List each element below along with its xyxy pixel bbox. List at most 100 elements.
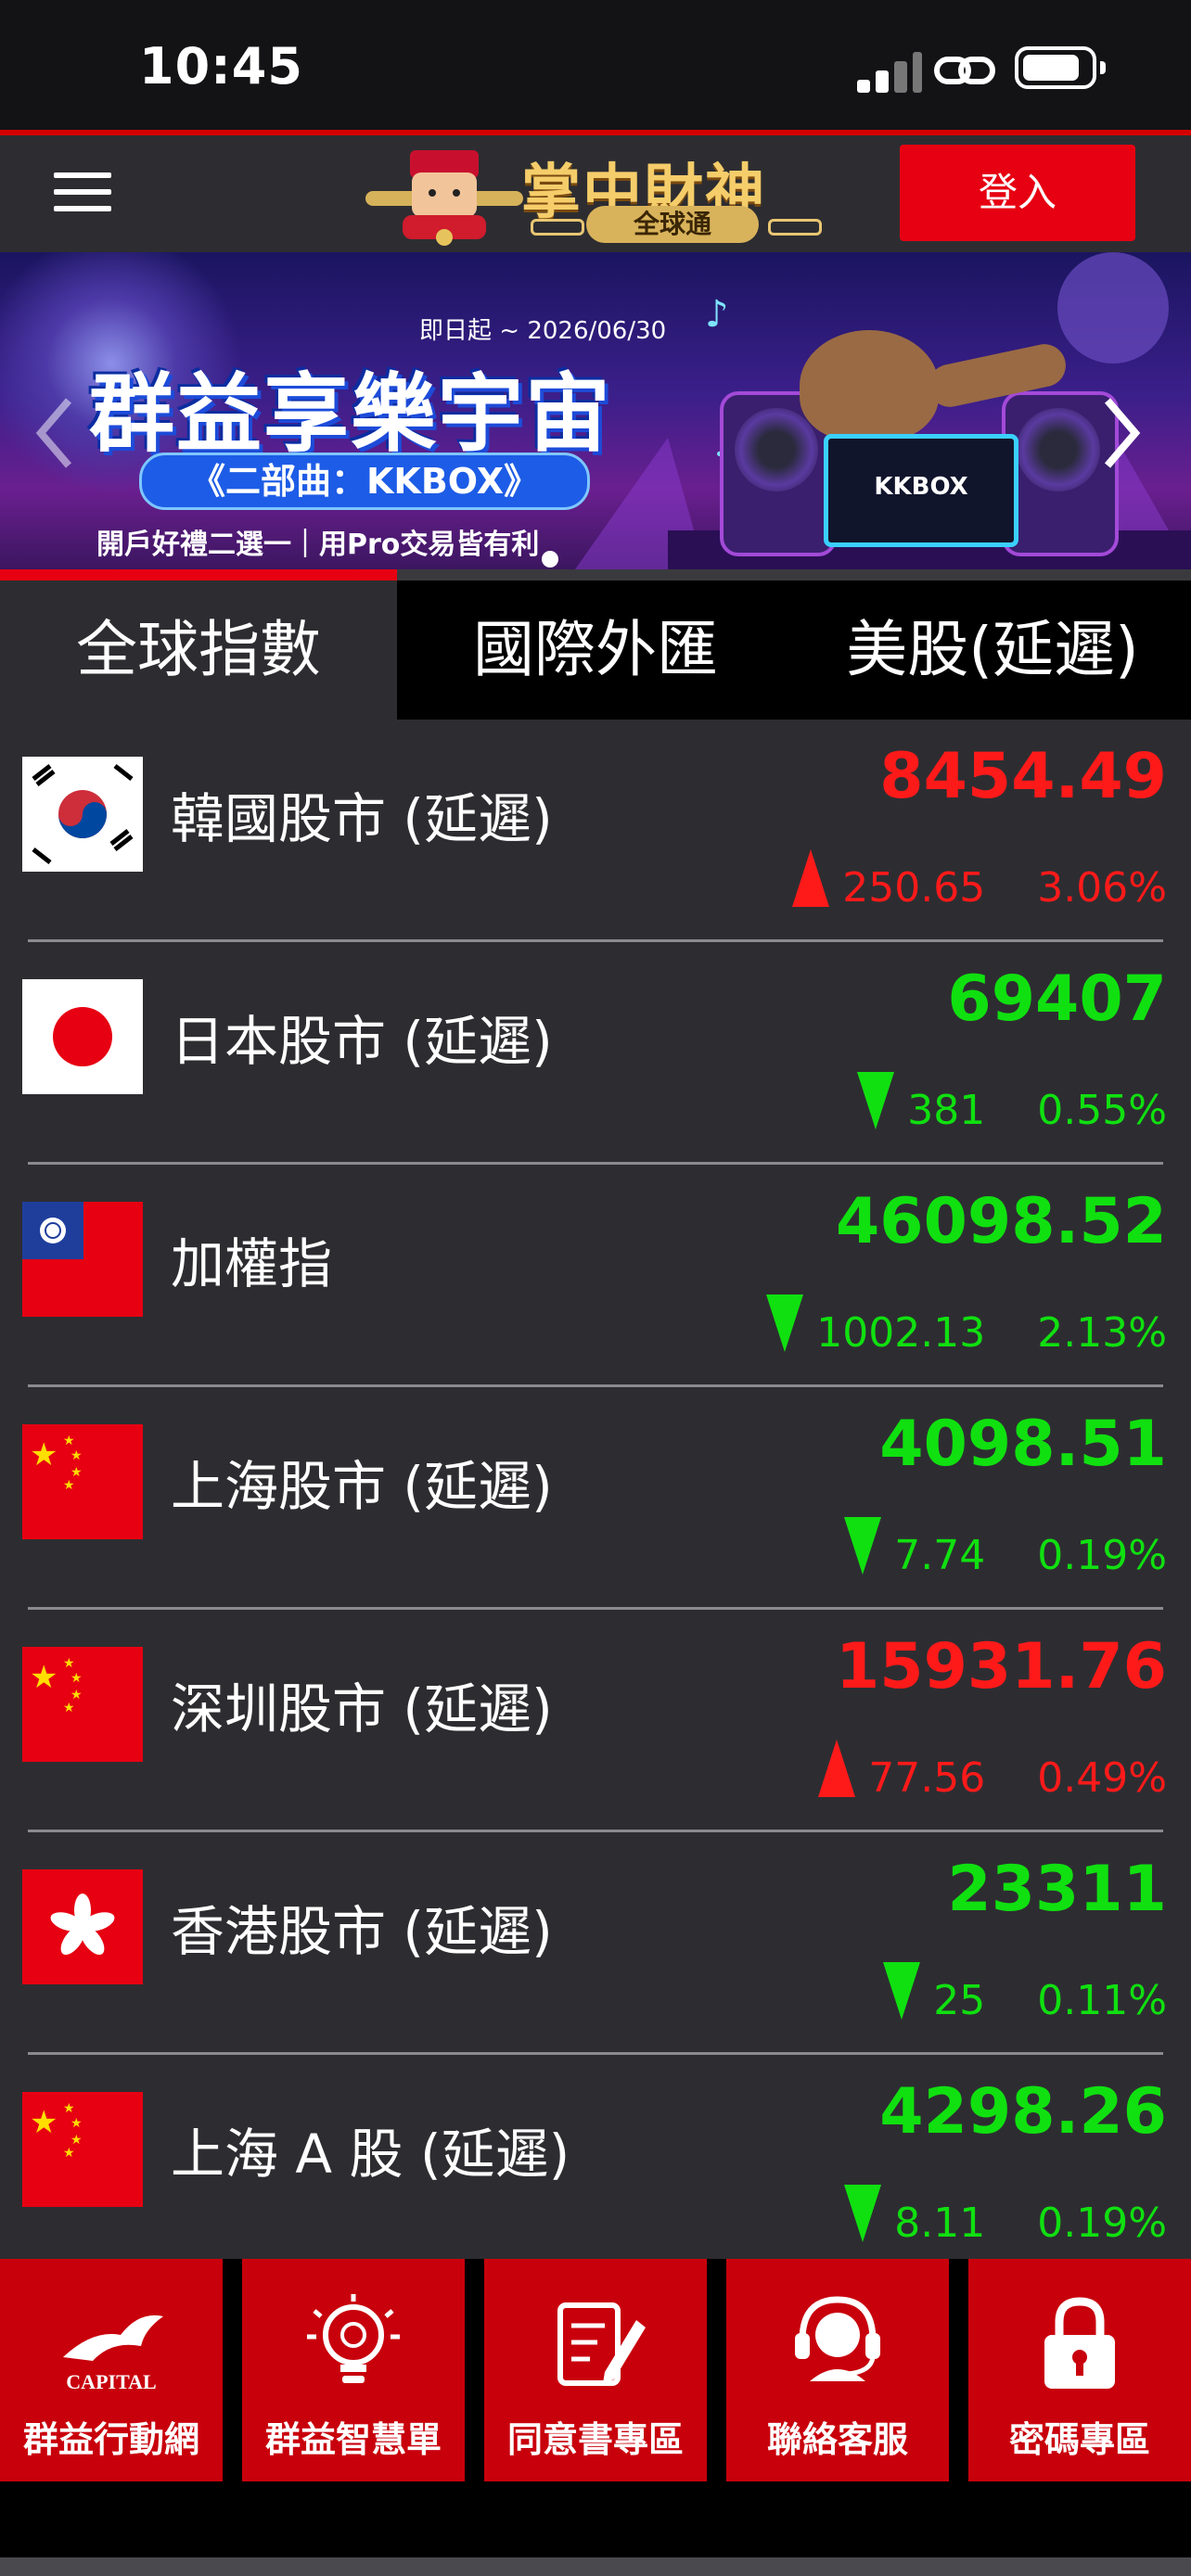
index-percent: 3.06%	[1037, 864, 1167, 912]
svg-text:★: ★	[30, 1659, 58, 1696]
down-triangle-icon	[857, 1072, 895, 1129]
index-change: 250.65	[842, 864, 986, 912]
market-tabs: 全球指數 國際外匯 美股(延遲)	[0, 580, 1191, 720]
index-percent: 0.55%	[1037, 1087, 1167, 1134]
index-change: 8.11	[894, 2200, 986, 2247]
down-triangle-icon	[766, 1294, 804, 1352]
personal-hotspot-icon	[934, 57, 995, 84]
index-change: 381	[907, 1087, 986, 1134]
index-change-line: 381 0.55%	[857, 1072, 1167, 1134]
home-indicator-area	[0, 2481, 1191, 2576]
index-name: 日本股市 (延遲)	[171, 1010, 553, 1073]
down-triangle-icon	[844, 1517, 882, 1575]
logo-subtitle: 全球通	[586, 206, 759, 243]
svg-text:★: ★	[63, 2146, 75, 2161]
index-price: 4098.51	[879, 1408, 1167, 1481]
svg-text:★: ★	[63, 1656, 75, 1671]
index-change-line: 77.56 0.49%	[818, 1740, 1167, 1802]
nav-label: 聯絡客服	[766, 2419, 908, 2460]
index-percent: 0.19%	[1037, 2200, 1167, 2247]
app-header: 掌中財神 全球通 登入	[0, 135, 1191, 252]
index-change-line: 8.11 0.19%	[844, 2185, 1167, 2247]
china-flag-icon: ★ ★★★★	[22, 2092, 143, 2207]
index-change: 25	[933, 1977, 986, 2024]
china-flag-icon: ★ ★★★★	[22, 1647, 143, 1762]
index-name: 韓國股市 (延遲)	[171, 787, 553, 850]
tab-us-stocks[interactable]: 美股(延遲)	[794, 580, 1191, 720]
kkbox-screen: KKBOX	[824, 434, 1018, 547]
hongkong-flag-icon	[22, 1869, 143, 1984]
index-percent: 0.49%	[1037, 1754, 1167, 1802]
svg-text:★: ★	[63, 1701, 75, 1715]
promo-footer: 開戶好禮二選一｜用Pro交易皆有利	[96, 529, 540, 561]
index-percent: 0.19%	[1037, 1532, 1167, 1579]
list-item[interactable]: 韓國股市 (延遲) 8454.49 250.65 3.06%	[0, 720, 1191, 942]
nav-consent-forms[interactable]: 同意書專區	[484, 2259, 707, 2481]
login-button[interactable]: 登入	[900, 145, 1135, 241]
app-logo: 掌中財神 全球通	[365, 141, 822, 249]
svg-text:★: ★	[30, 1436, 58, 1473]
lightbulb-icon	[307, 2294, 400, 2383]
status-time: 10:45	[139, 37, 303, 96]
index-percent: 0.11%	[1037, 1977, 1167, 2024]
list-item[interactable]: 加權指 46098.52 1002.13 2.13%	[0, 1165, 1191, 1387]
svg-text:★: ★	[63, 2101, 75, 2116]
japan-flag-icon	[22, 979, 143, 1094]
lock-icon	[1044, 2297, 1115, 2389]
tab-forex[interactable]: 國際外匯	[397, 580, 794, 720]
taiwan-flag-icon	[22, 1202, 143, 1317]
chevron-left-icon[interactable]	[28, 391, 83, 475]
index-name: 上海股市 (延遲)	[171, 1455, 553, 1518]
index-change: 1002.13	[816, 1309, 986, 1357]
index-change: 7.74	[894, 1532, 986, 1579]
nav-smart-order[interactable]: 群益智慧單	[242, 2259, 465, 2481]
nav-capital-web[interactable]: CAPITAL 群益行動網	[0, 2259, 223, 2481]
headset-icon	[795, 2296, 880, 2381]
index-change-line: 250.65 3.06%	[792, 849, 1167, 912]
list-item[interactable]: 日本股市 (延遲) 69407 381 0.55%	[0, 942, 1191, 1165]
index-name: 上海 A 股 (延遲)	[171, 2123, 570, 2186]
chevron-right-icon[interactable]	[1093, 391, 1148, 475]
down-triangle-icon	[883, 1962, 921, 2020]
promo-date: 即日起 ~ 2026/06/30	[419, 317, 667, 345]
cellular-signal-icon	[857, 50, 922, 93]
nav-label: 群益行動網	[22, 2419, 199, 2460]
capital-logo-icon: CAPITAL	[63, 2315, 163, 2393]
list-item[interactable]: ★ ★ ★ ★ ★ 深圳股市 (延遲) 15931.76 77.56 0.49%	[0, 1610, 1191, 1832]
index-price: 69407	[947, 963, 1167, 1036]
list-item[interactable]: 香港股市 (延遲) 23311 25 0.11%	[0, 1832, 1191, 2055]
china-flag-icon: ★ ★★★★	[22, 1424, 143, 1539]
svg-text:CAPITAL: CAPITAL	[66, 2370, 156, 2393]
svg-text:★: ★	[70, 2116, 83, 2131]
list-item[interactable]: ★ ★ ★ ★ ★ 上海 A 股 (延遲) 4298.26 8.11 0.19%	[0, 2055, 1191, 2277]
up-triangle-icon	[818, 1740, 856, 1797]
promo-subtitle: 《二部曲：KKBOX》	[139, 453, 590, 510]
svg-text:★: ★	[30, 2104, 58, 2141]
nav-customer-service[interactable]: 聯絡客服	[726, 2259, 949, 2481]
index-price: 15931.76	[835, 1630, 1167, 1703]
down-triangle-icon	[844, 2185, 882, 2242]
promo-banner[interactable]: ♪ ♫ ♪ 即日起 ~ 2026/06/30 群益享樂宇宙 《二部曲：KKBOX…	[0, 252, 1191, 569]
svg-text:★: ★	[70, 1671, 83, 1686]
index-percent: 2.13%	[1037, 1309, 1167, 1357]
hamburger-menu-icon[interactable]	[54, 172, 113, 213]
tab-global-index[interactable]: 全球指數	[0, 580, 397, 720]
mascot-bird-illustration	[800, 330, 939, 441]
nav-password[interactable]: 密碼專區	[968, 2259, 1191, 2481]
nav-label: 同意書專區	[506, 2419, 684, 2460]
index-change-line: 7.74 0.19%	[844, 1517, 1167, 1579]
index-price: 8454.49	[879, 740, 1167, 813]
logo-ornament	[531, 219, 584, 236]
svg-text:★: ★	[63, 1434, 75, 1448]
index-change-line: 1002.13 2.13%	[766, 1294, 1167, 1357]
index-price: 46098.52	[835, 1185, 1167, 1258]
index-list: 韓國股市 (延遲) 8454.49 250.65 3.06% 日本股市 (延遲) …	[0, 720, 1191, 2259]
carousel-indicator-dot[interactable]	[542, 551, 558, 567]
carousel-progress-bar	[0, 569, 1191, 580]
index-name: 香港股市 (延遲)	[171, 1900, 553, 1963]
battery-icon	[1015, 46, 1106, 89]
mascot-icon	[365, 150, 523, 246]
logo-ornament	[768, 219, 822, 236]
promo-title: 群益享樂宇宙	[89, 364, 613, 464]
list-item[interactable]: ★ ★ ★ ★ ★ 上海股市 (延遲) 4098.51 7.74 0.19%	[0, 1387, 1191, 1610]
